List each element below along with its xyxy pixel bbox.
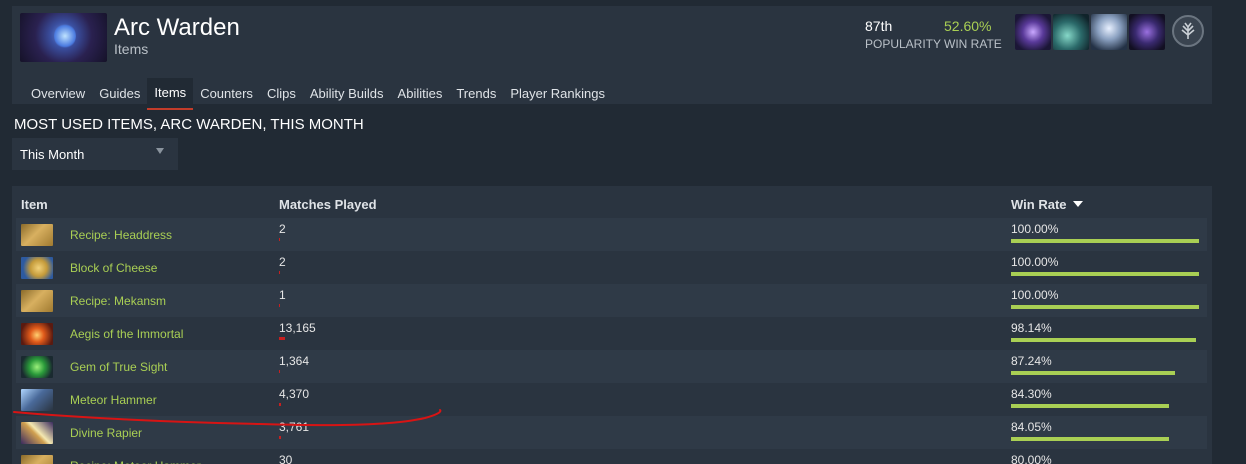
item-name-link[interactable]: Block of Cheese [70, 261, 157, 275]
recipe-scroll-icon[interactable] [21, 224, 53, 246]
item-name-link[interactable]: Aegis of the Immortal [70, 327, 183, 341]
column-header-matches[interactable]: Matches Played [279, 197, 377, 212]
tab-trends[interactable]: Trends [449, 78, 503, 110]
win-rate-value: 84.30% [1011, 387, 1052, 401]
winrate-value: 52.60% [944, 18, 992, 34]
matches-played-value: 3,761 [279, 420, 310, 434]
matches-played-value: 2 [279, 222, 286, 236]
page: Arc Warden Items 87th POPULARITY 52.60% … [0, 0, 1246, 464]
win-rate-bar-track [1011, 404, 1199, 408]
table-row: Recipe: Headdress 2 100.00% [16, 218, 1207, 251]
tab-guides[interactable]: Guides [92, 78, 147, 110]
win-rate-bar-track [1011, 239, 1199, 243]
table-row: Recipe: Meteor Hammer 30 80.00% [16, 449, 1207, 464]
item-name-link[interactable]: Meteor Hammer [70, 393, 157, 407]
win-rate-value: 100.00% [1011, 222, 1059, 236]
period-select[interactable]: This Month [12, 138, 178, 170]
cheese-icon[interactable] [21, 257, 53, 279]
chevron-down-icon [156, 148, 164, 154]
table-row: Block of Cheese 2 100.00% [16, 251, 1207, 284]
win-rate-value: 100.00% [1011, 288, 1059, 302]
items-table: Item Matches Played Win Rate Recipe: Hea… [12, 186, 1212, 464]
win-rate-bar [1011, 437, 1169, 441]
win-rate-bar-track [1011, 437, 1199, 441]
item-name-link[interactable]: Recipe: Mekansm [70, 294, 166, 308]
related-heroes [1015, 14, 1165, 50]
popularity-value: 87th [865, 18, 893, 34]
matches-bar [279, 403, 281, 406]
recipe-scroll-icon[interactable] [21, 290, 53, 312]
tab-overview[interactable]: Overview [24, 78, 92, 110]
matches-bar [279, 337, 285, 340]
win-rate-bar [1011, 338, 1196, 342]
tab-counters[interactable]: Counters [193, 78, 260, 110]
win-rate-bar [1011, 239, 1199, 243]
section-title: MOST USED ITEMS, ARC WARDEN, THIS MONTH [14, 116, 364, 133]
tab-clips[interactable]: Clips [260, 78, 303, 110]
win-rate-bar [1011, 305, 1199, 309]
win-rate-value: 84.05% [1011, 420, 1052, 434]
related-hero-2[interactable] [1053, 14, 1089, 50]
gem-icon[interactable] [21, 356, 53, 378]
matches-bar [279, 436, 281, 439]
tab-player-rankings[interactable]: Player Rankings [503, 78, 612, 110]
item-name-link[interactable]: Divine Rapier [70, 426, 142, 440]
matches-bar [279, 304, 280, 307]
item-name-link[interactable]: Recipe: Headdress [70, 228, 172, 242]
attribute-tree-icon [1172, 15, 1204, 47]
matches-bar [279, 271, 280, 274]
related-hero-1[interactable] [1015, 14, 1051, 50]
table-row: Gem of True Sight 1,364 87.24% [16, 350, 1207, 383]
tab-items[interactable]: Items [147, 78, 194, 110]
table-row: Meteor Hammer 4,370 84.30% [16, 383, 1207, 416]
page-subtitle: Items [114, 41, 149, 57]
win-rate-value: 100.00% [1011, 255, 1059, 269]
matches-played-value: 30 [279, 453, 293, 464]
matches-bar [279, 238, 280, 241]
hero-portrait[interactable] [20, 13, 107, 62]
column-header-item[interactable]: Item [21, 197, 48, 212]
column-header-winrate[interactable]: Win Rate [1011, 197, 1083, 212]
matches-played-value: 2 [279, 255, 286, 269]
win-rate-bar [1011, 371, 1175, 375]
popularity-label: POPULARITY [865, 37, 942, 51]
win-rate-bar-track [1011, 272, 1199, 276]
win-rate-bar-track [1011, 305, 1199, 309]
matches-played-value: 1 [279, 288, 286, 302]
win-rate-bar-track [1011, 338, 1199, 342]
related-hero-4[interactable] [1129, 14, 1165, 50]
matches-bar [279, 370, 280, 373]
period-select-value: This Month [20, 147, 85, 162]
table-row: Divine Rapier 3,761 84.05% [16, 416, 1207, 449]
win-rate-value: 87.24% [1011, 354, 1052, 368]
win-rate-value: 98.14% [1011, 321, 1052, 335]
table-row: Aegis of the Immortal 13,165 98.14% [16, 317, 1207, 350]
nav-tabs: Overview Guides Items Counters Clips Ability … [24, 78, 612, 110]
hero-name: Arc Warden [114, 14, 240, 41]
win-rate-bar [1011, 404, 1170, 408]
hero-header: Arc Warden Items 87th POPULARITY 52.60% … [12, 6, 1212, 110]
item-name-link[interactable]: Recipe: Meteor Hammer [70, 459, 201, 464]
winrate-label: WIN RATE [944, 37, 1002, 51]
tab-ability-builds[interactable]: Ability Builds [303, 78, 391, 110]
winrate-stat: 52.60% WIN RATE [944, 18, 1002, 51]
matches-played-value: 13,165 [279, 321, 316, 335]
rapier-icon[interactable] [21, 422, 53, 444]
meteor-hammer-icon[interactable] [21, 389, 53, 411]
item-name-link[interactable]: Gem of True Sight [70, 360, 167, 374]
win-rate-value: 80.00% [1011, 453, 1052, 464]
win-rate-bar [1011, 272, 1199, 276]
matches-played-value: 1,364 [279, 354, 310, 368]
table-row: Recipe: Mekansm 1 100.00% [16, 284, 1207, 317]
related-hero-3[interactable] [1091, 14, 1127, 50]
win-rate-bar-track [1011, 371, 1199, 375]
tab-abilities[interactable]: Abilities [391, 78, 450, 110]
recipe-scroll-icon[interactable] [21, 455, 53, 464]
aegis-icon[interactable] [21, 323, 53, 345]
popularity-stat: 87th POPULARITY [865, 18, 941, 51]
matches-played-value: 4,370 [279, 387, 310, 401]
